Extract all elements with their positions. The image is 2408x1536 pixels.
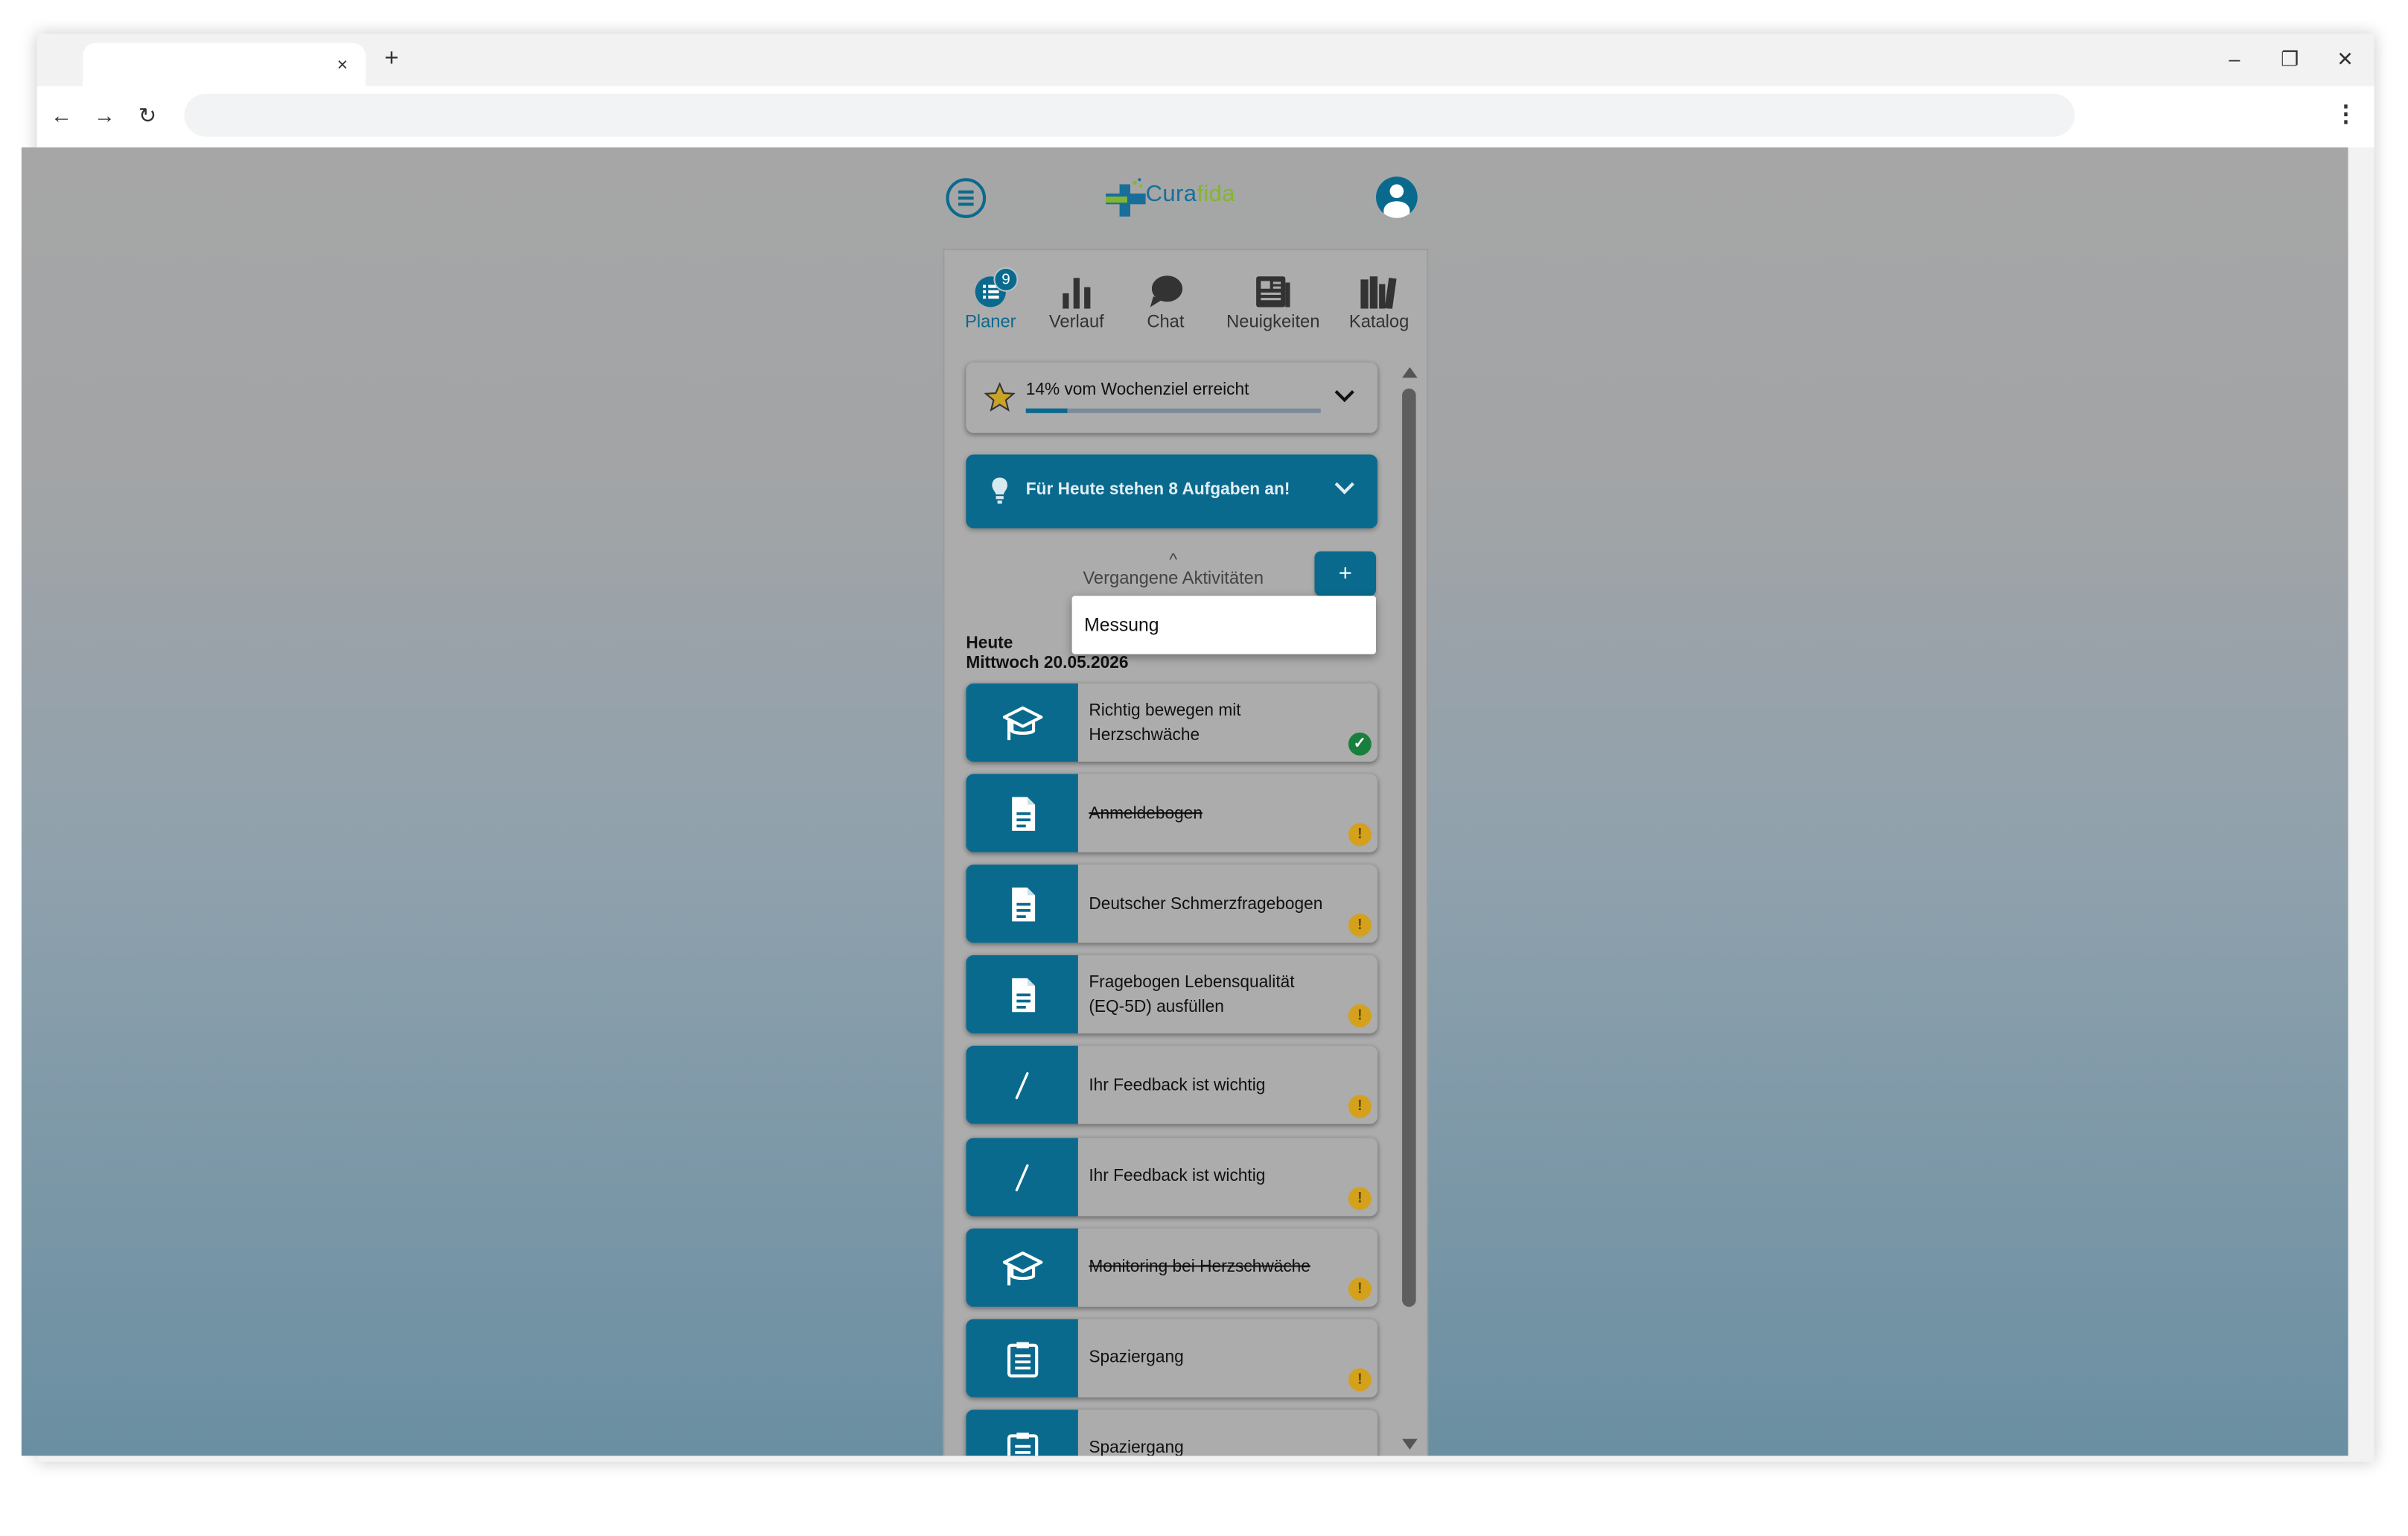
- close-window-button[interactable]: ✕: [2330, 46, 2360, 74]
- menu-icon[interactable]: [946, 178, 987, 218]
- warning-circle-icon: !: [1348, 1095, 1372, 1119]
- address-bar[interactable]: [184, 93, 2075, 137]
- warning-circle-icon: !: [1348, 914, 1372, 937]
- task-label: Ihr Feedback ist wichtig: [1089, 1167, 1266, 1186]
- task-card[interactable]: Ihr Feedback ist wichtig!: [966, 1137, 1378, 1216]
- check-circle-icon: ✓: [1348, 732, 1372, 756]
- task-label: Anmeldebogen: [1089, 803, 1203, 823]
- nav-planer[interactable]: 9 Planer: [963, 267, 1019, 348]
- task-label: Ihr Feedback ist wichtig: [1089, 1076, 1266, 1095]
- chat-icon: [1150, 275, 1183, 307]
- warning-circle-icon: !: [1348, 1277, 1372, 1301]
- nav-katalog[interactable]: Katalog: [1347, 275, 1412, 348]
- tab-close-icon[interactable]: ×: [328, 51, 356, 78]
- warning-circle-icon: !: [1348, 1186, 1372, 1210]
- task-card[interactable]: Ihr Feedback ist wichtig!: [966, 1046, 1378, 1125]
- chevron-down-icon[interactable]: [1334, 474, 1354, 494]
- page-viewport: Curafida 9 Planer Verlauf Chat Neuigkeit…: [21, 147, 2348, 1456]
- nav-label: Verlauf: [1048, 313, 1104, 332]
- task-card[interactable]: Richtig bewegen mit Herzschwäche ✓: [966, 683, 1378, 762]
- books-icon: [1360, 276, 1397, 309]
- new-tab-button[interactable]: +: [378, 46, 405, 74]
- logo-text: Curafida: [1145, 181, 1235, 208]
- app-panel: 9 Planer Verlauf Chat Neuigkeiten Katalo…: [943, 249, 1429, 1456]
- nav-chat[interactable]: Chat: [1141, 275, 1190, 348]
- nav-label: Katalog: [1348, 313, 1410, 332]
- nav-neuigkeiten[interactable]: Neuigkeiten: [1224, 275, 1322, 348]
- past-activities-label: Vergangene Aktivitäten: [1083, 570, 1264, 588]
- task-label: Fragebogen Lebensqualität (EQ-5D) ausfül…: [1089, 973, 1295, 1016]
- planner-content: 14% vom Wochenziel erreicht Für Heute st…: [966, 358, 1380, 1456]
- newspaper-icon: [1256, 276, 1290, 307]
- add-activity-dropdown: Messung: [1071, 596, 1376, 654]
- curafida-logo: Curafida: [1103, 175, 1256, 221]
- task-label: Deutscher Schmerzfragebogen: [1089, 894, 1323, 914]
- nav-verlauf[interactable]: Verlauf: [1046, 275, 1108, 348]
- lightbulb-icon: [992, 477, 1007, 504]
- notification-badge: 9: [993, 267, 1019, 292]
- task-card[interactable]: Fragebogen Lebensqualität (EQ-5D) ausfül…: [966, 955, 1378, 1034]
- warning-circle-icon: !: [1348, 823, 1372, 847]
- nav-label: Chat: [1147, 313, 1185, 332]
- task-icon-tile: [966, 864, 1078, 943]
- task-icon-tile: [966, 1137, 1078, 1216]
- task-icon-tile: [966, 1319, 1078, 1398]
- task-icon-tile: [966, 774, 1078, 853]
- cross-logo-icon: [1106, 178, 1146, 217]
- bar-chart-icon: [1063, 278, 1091, 309]
- task-icon-tile: [966, 683, 1078, 762]
- today-tasks-banner[interactable]: Für Heute stehen 8 Aufgaben an!: [966, 454, 1378, 529]
- user-avatar-icon[interactable]: [1376, 176, 1418, 218]
- task-label: Monitoring bei Herzschwäche: [1089, 1258, 1310, 1277]
- scrollbar[interactable]: [1399, 361, 1421, 1456]
- task-label: Spaziergang: [1089, 1348, 1184, 1368]
- task-icon-tile: [966, 1228, 1078, 1307]
- task-card[interactable]: Spaziergang!: [966, 1409, 1378, 1456]
- task-card[interactable]: Deutscher Schmerzfragebogen!: [966, 864, 1378, 943]
- task-icon-tile: [966, 955, 1078, 1034]
- task-label: Spaziergang: [1089, 1439, 1184, 1456]
- task-icon-tile: [966, 1046, 1078, 1125]
- chevron-up-icon: ^: [1169, 551, 1178, 570]
- past-activities-toggle[interactable]: ^ Vergangene Aktivitäten: [1074, 551, 1273, 588]
- weekly-goal-progress: [1025, 408, 1321, 413]
- task-card[interactable]: Anmeldebogen!: [966, 774, 1378, 853]
- browser-menu-button[interactable]: ⋮: [2334, 100, 2357, 127]
- task-label: Richtig bewegen mit Herzschwäche: [1089, 701, 1241, 745]
- scroll-down-arrow-icon[interactable]: [1402, 1438, 1418, 1450]
- warning-circle-icon: !: [1348, 1368, 1372, 1391]
- nav-label: Planer: [965, 313, 1016, 332]
- main-navigation: 9 Planer Verlauf Chat Neuigkeiten Katalo…: [944, 250, 1427, 348]
- app-header: Curafida: [943, 175, 1428, 221]
- reload-button[interactable]: ↻: [132, 100, 162, 130]
- restore-button[interactable]: ❐: [2275, 46, 2305, 74]
- task-card[interactable]: Monitoring bei Herzschwäche!: [966, 1228, 1378, 1307]
- browser-toolbar: ← → ↻ ⋮: [36, 86, 2374, 147]
- today-tasks-text: Für Heute stehen 8 Aufgaben an!: [1025, 480, 1290, 500]
- forward-button[interactable]: →: [89, 100, 120, 130]
- scroll-up-arrow-icon[interactable]: [1402, 366, 1418, 378]
- scrollbar-thumb[interactable]: [1402, 388, 1416, 1307]
- weekly-goal-card[interactable]: 14% vom Wochenziel erreicht: [966, 362, 1378, 433]
- weekly-goal-text: 14% vom Wochenziel erreicht: [1025, 380, 1249, 400]
- add-activity-button[interactable]: +: [1314, 551, 1376, 596]
- task-icon-tile: [966, 1409, 1078, 1456]
- nav-label: Neuigkeiten: [1226, 313, 1320, 332]
- minimize-button[interactable]: –: [2219, 46, 2249, 74]
- task-card[interactable]: Spaziergang!: [966, 1319, 1378, 1398]
- back-button[interactable]: ←: [46, 100, 77, 130]
- star-icon: [984, 382, 1016, 412]
- day-date: Mittwoch 20.05.2026: [966, 654, 1129, 673]
- warning-circle-icon: !: [1348, 1004, 1372, 1028]
- browser-tab[interactable]: ×: [83, 42, 366, 86]
- chevron-down-icon[interactable]: [1334, 382, 1354, 403]
- dropdown-item-messung[interactable]: Messung: [1084, 614, 1159, 636]
